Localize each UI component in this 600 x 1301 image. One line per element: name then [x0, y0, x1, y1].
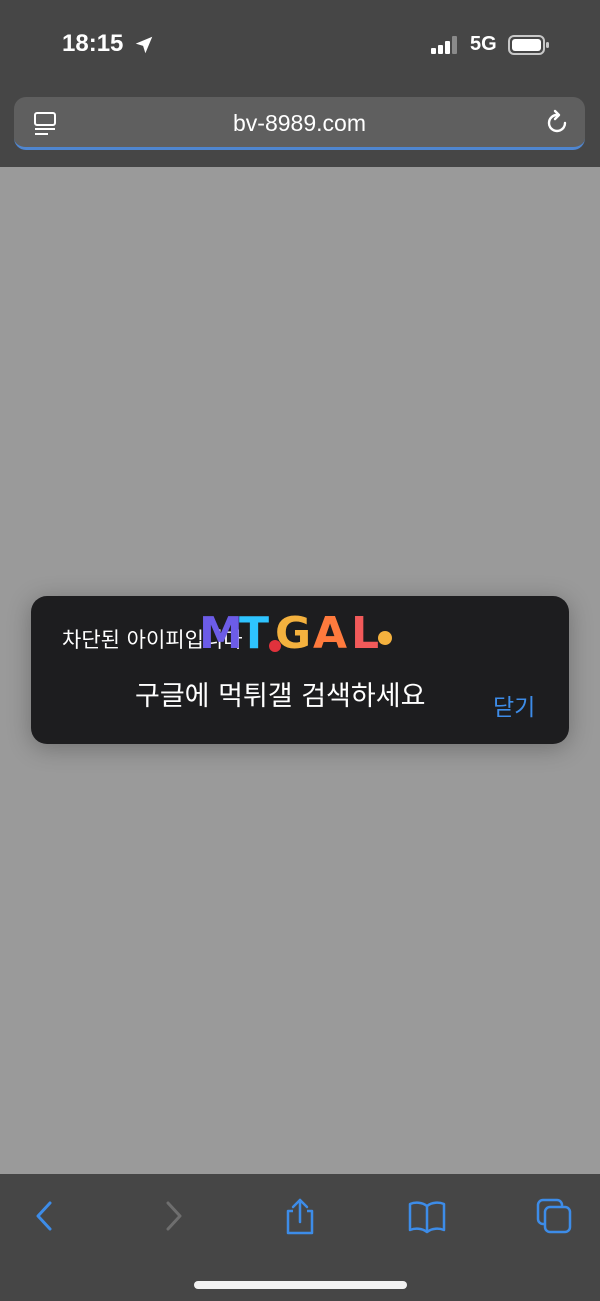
- tabs-icon[interactable]: [534, 1196, 574, 1236]
- svg-text:G: G: [275, 608, 311, 656]
- svg-text:T: T: [239, 608, 269, 656]
- toast-subtitle: 구글에 먹튀갤 검색하세요: [135, 681, 426, 712]
- status-time: 18:15: [62, 30, 124, 57]
- reload-icon[interactable]: [543, 109, 571, 137]
- bookmarks-icon[interactable]: [407, 1196, 447, 1236]
- home-indicator[interactable]: [194, 1281, 407, 1289]
- close-button[interactable]: 닫기: [493, 688, 535, 722]
- browser-top-bar: 18:15 5G bv-8989.com: [0, 0, 600, 167]
- network-type: 5G: [470, 33, 497, 55]
- blocked-ip-toast: 차단된 아이피입니다 M T G A L 구글에 먹튀갤 검색하세요 닫기: [31, 596, 569, 744]
- status-bar: 18:15 5G: [0, 0, 600, 90]
- address-bar[interactable]: bv-8989.com: [14, 97, 585, 150]
- back-icon[interactable]: [24, 1196, 64, 1236]
- mtgal-logo: M T G A L: [199, 608, 392, 656]
- signal-icon: [431, 36, 457, 54]
- browser-toolbar: [0, 1174, 600, 1301]
- svg-text:A: A: [313, 608, 347, 656]
- location-arrow-icon: [135, 36, 153, 54]
- url-text[interactable]: bv-8989.com: [14, 110, 585, 137]
- svg-text:L: L: [351, 608, 379, 656]
- battery-icon: [508, 35, 549, 55]
- share-icon[interactable]: [280, 1196, 320, 1236]
- svg-text:M: M: [199, 608, 243, 656]
- forward-icon[interactable]: [154, 1196, 194, 1236]
